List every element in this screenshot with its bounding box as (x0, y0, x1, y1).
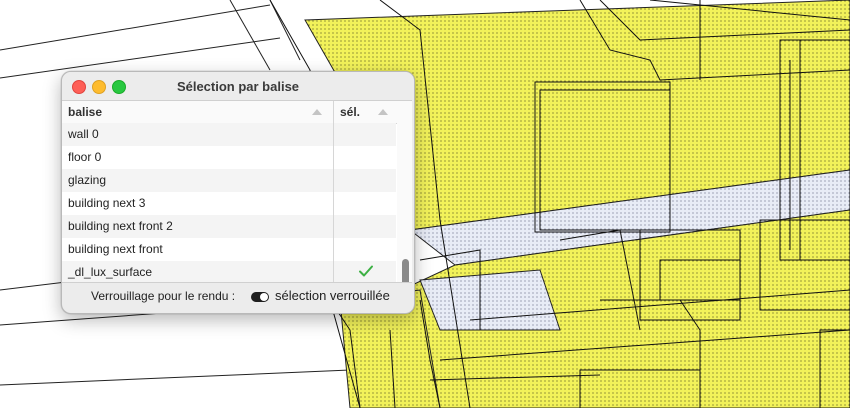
lock-label: Verrouillage pour le rendu : (91, 289, 236, 303)
sort-arrow-icon[interactable] (312, 109, 322, 115)
checkmark-icon[interactable] (358, 263, 374, 279)
table-row[interactable]: wall 0 (62, 123, 396, 146)
table-row[interactable]: building next front 2 (62, 215, 396, 238)
tag-label: glazing (68, 173, 107, 187)
tag-label: building next front 2 (68, 219, 173, 233)
table-row[interactable]: _dl_lux_surface (62, 261, 396, 282)
window-title: Sélection par balise (176, 79, 300, 94)
table-row[interactable]: glazing (62, 169, 396, 192)
tag-label: wall 0 (68, 127, 99, 141)
column-divider[interactable] (333, 101, 334, 282)
column-header-sel[interactable]: sél. (340, 105, 360, 119)
tag-label: floor 0 (68, 150, 102, 164)
table-header: balise sél. (62, 101, 412, 124)
toggle-knob (260, 293, 268, 301)
tag-label: building next 3 (68, 196, 146, 210)
window-titlebar[interactable]: Sélection par balise (62, 72, 414, 100)
table-row[interactable]: building next front (62, 238, 396, 261)
tag-label: _dl_lux_surface (68, 265, 153, 279)
tag-label: building next front (68, 242, 163, 256)
table-row[interactable]: floor 0 (62, 146, 396, 169)
table-row[interactable]: building next 3 (62, 192, 396, 215)
scrollbar-thumb[interactable] (402, 259, 409, 282)
column-header-balise[interactable]: balise (68, 105, 102, 119)
render-lock-footer: Verrouillage pour le rendu : sélection v… (62, 287, 412, 307)
lock-toggle[interactable] (251, 292, 269, 302)
tag-selection-palette: Sélection par balise balise sél. wall 0 … (61, 71, 415, 314)
lock-state-label[interactable]: sélection verrouillée (275, 288, 390, 303)
sort-arrow-icon[interactable] (378, 109, 388, 115)
tag-table: balise sél. wall 0 floor 0 glazing build… (62, 100, 412, 283)
